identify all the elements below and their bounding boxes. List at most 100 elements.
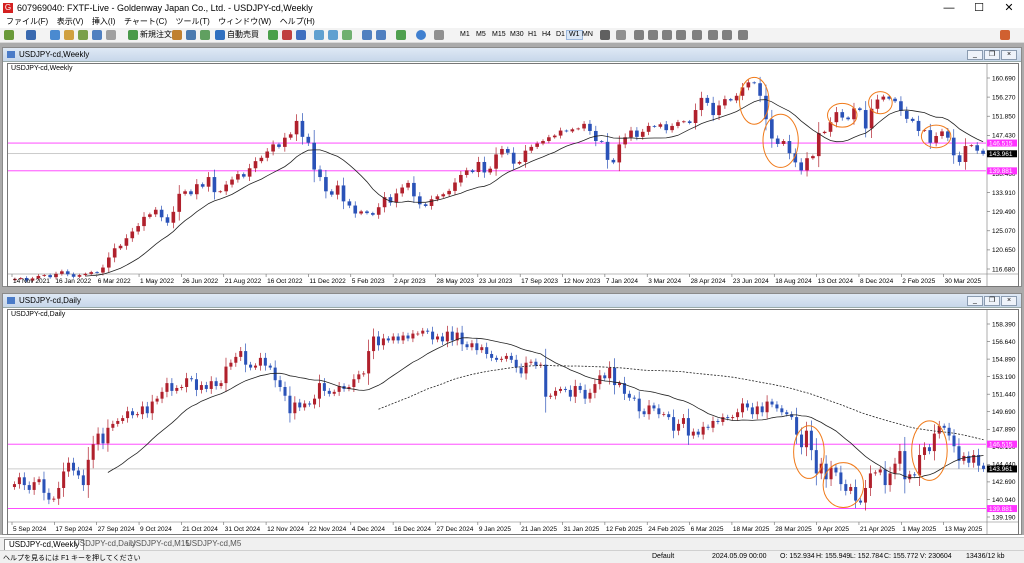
tile-windows-icon[interactable] xyxy=(342,30,352,40)
weekly-candlestick-chart: 160.690156.270151.850147.430143.010138.4… xyxy=(8,64,1018,286)
zoom-out-icon[interactable] xyxy=(328,30,338,40)
timeframe-m5[interactable]: M5 xyxy=(474,30,488,40)
w-annotation-ellipse xyxy=(868,91,893,115)
menu-help[interactable]: ヘルプ(H) xyxy=(280,16,315,28)
metaeditor-icon[interactable] xyxy=(172,30,182,40)
zoom-in-icon[interactable] xyxy=(314,30,324,40)
d-candle xyxy=(622,376,626,401)
w-candle xyxy=(576,127,581,131)
menu-view[interactable]: 表示(V) xyxy=(57,16,84,28)
d-candle xyxy=(529,359,533,366)
weekly-minimize-button[interactable]: _ xyxy=(967,50,983,60)
menu-insert[interactable]: 挿入(I) xyxy=(92,16,116,28)
timeframe-m15[interactable]: M15 xyxy=(490,30,508,40)
market-watch-icon[interactable] xyxy=(50,30,60,40)
new-order-icon[interactable] xyxy=(128,30,138,40)
weekly-close-button[interactable]: × xyxy=(1001,50,1017,60)
text-icon[interactable] xyxy=(708,30,718,40)
d-candle xyxy=(140,401,144,420)
arrows-icon[interactable] xyxy=(738,30,748,40)
label-icon[interactable] xyxy=(722,30,732,40)
d-date-label: 24 Feb 2025 xyxy=(648,526,685,533)
meta-quotes-icon[interactable] xyxy=(186,30,196,40)
weekly-window-caption[interactable]: USDJPY-cd,Weekly _ ❐ × xyxy=(3,48,1021,62)
toolbar: 新規注文 自動売買 M1 M5 M15 M30 H1 H4 D1 W1 MN xyxy=(0,28,1024,43)
d-candle xyxy=(593,378,597,399)
autoscroll-icon[interactable] xyxy=(362,30,372,40)
daily-chart-plot[interactable]: USDJPY-cd,Daily 158.390 156.640 154.890 153… xyxy=(7,309,1019,535)
weekly-chart-window[interactable]: USDJPY-cd,Weekly _ ❐ × USDJPY-cd,Weekly … xyxy=(2,47,1022,287)
close-button[interactable]: ✕ xyxy=(994,0,1024,16)
signals-icon[interactable] xyxy=(200,30,210,40)
d-candle xyxy=(12,481,16,490)
data-window-icon[interactable] xyxy=(64,30,74,40)
w-candle xyxy=(564,129,569,133)
w-candle xyxy=(417,192,422,209)
candlestick-icon[interactable] xyxy=(282,30,292,40)
vertical-line-icon[interactable] xyxy=(634,30,644,40)
timeframe-m1[interactable]: M1 xyxy=(458,30,472,40)
maximize-button[interactable]: ☐ xyxy=(964,0,994,16)
horizontal-line-icon[interactable] xyxy=(648,30,658,40)
daily-restore-button[interactable]: ❐ xyxy=(984,296,1000,306)
crosshair-icon[interactable] xyxy=(616,30,626,40)
d-candle xyxy=(652,402,656,412)
w-candle xyxy=(582,121,586,132)
d-candle xyxy=(982,462,986,472)
d-candle xyxy=(657,404,661,419)
indicators-icon[interactable] xyxy=(396,30,406,40)
timeframe-mn[interactable]: MN xyxy=(580,30,595,40)
minimize-button[interactable]: — xyxy=(934,0,964,16)
menu-window[interactable]: ウィンドウ(W) xyxy=(218,16,271,28)
terminal-icon[interactable] xyxy=(92,30,102,40)
timeframe-m30[interactable]: M30 xyxy=(508,30,526,40)
weekly-restore-button[interactable]: ❐ xyxy=(984,50,1000,60)
line-chart-icon[interactable] xyxy=(296,30,306,40)
menu-tools[interactable]: ツール(T) xyxy=(176,16,210,28)
new-chart-icon[interactable] xyxy=(4,30,14,40)
timeframe-h4[interactable]: H4 xyxy=(540,30,553,40)
w-candle xyxy=(42,274,47,277)
navigator-icon[interactable] xyxy=(78,30,88,40)
d-candle xyxy=(662,411,666,417)
new-order-button[interactable]: 新規注文 xyxy=(140,30,172,40)
menu-file[interactable]: ファイル(F) xyxy=(6,16,48,28)
d-candle xyxy=(927,443,931,455)
fibonacci-icon[interactable] xyxy=(692,30,702,40)
trendline-icon[interactable] xyxy=(662,30,672,40)
weekly-chart-plot[interactable]: USDJPY-cd,Weekly 160.690 156.270 151.850 14… xyxy=(7,63,1019,287)
w-candle xyxy=(195,179,199,200)
timeframe-h1[interactable]: H1 xyxy=(526,30,539,40)
w-candle xyxy=(153,207,158,218)
w-candle xyxy=(300,113,305,145)
d-candle xyxy=(480,344,484,353)
d-candle xyxy=(268,363,272,370)
templates-icon[interactable] xyxy=(434,30,444,40)
periods-icon[interactable] xyxy=(416,30,426,40)
timeframe-d1[interactable]: D1 xyxy=(554,30,567,40)
daily-window-caption[interactable]: USDJPY-cd,Daily _ ❐ × xyxy=(3,294,1021,308)
channel-icon[interactable] xyxy=(676,30,686,40)
w-candle xyxy=(95,271,99,274)
search-icon[interactable] xyxy=(1000,30,1010,40)
auto-trading-button[interactable]: 自動売買 xyxy=(227,30,259,40)
d-date-label: 18 Mar 2025 xyxy=(733,526,770,533)
chart-shift-icon[interactable] xyxy=(376,30,386,40)
daily-chart-window[interactable]: USDJPY-cd,Daily _ ❐ × USDJPY-cd,Daily 15… xyxy=(2,293,1022,535)
profiles-icon[interactable] xyxy=(26,30,36,40)
d-candle xyxy=(613,358,617,395)
daily-minimize-button[interactable]: _ xyxy=(967,296,983,306)
w-date-label: 1 May 2022 xyxy=(140,278,174,285)
w-date-label: 2 Feb 2025 xyxy=(902,278,935,285)
cursor-icon[interactable] xyxy=(600,30,610,40)
w-level-label: 146.515 xyxy=(989,140,1013,147)
tester-icon[interactable] xyxy=(106,30,116,40)
w-price-label: 120.650 xyxy=(992,247,1016,254)
daily-close-button[interactable]: × xyxy=(1001,296,1017,306)
d-candle xyxy=(440,332,444,346)
auto-trading-icon[interactable] xyxy=(215,30,225,40)
menu-chart[interactable]: チャート(C) xyxy=(124,16,167,28)
w-price-label: 133.910 xyxy=(992,190,1016,197)
tab-m5[interactable]: USDJPY-cd,M5 xyxy=(182,539,245,549)
bar-chart-icon[interactable] xyxy=(268,30,278,40)
